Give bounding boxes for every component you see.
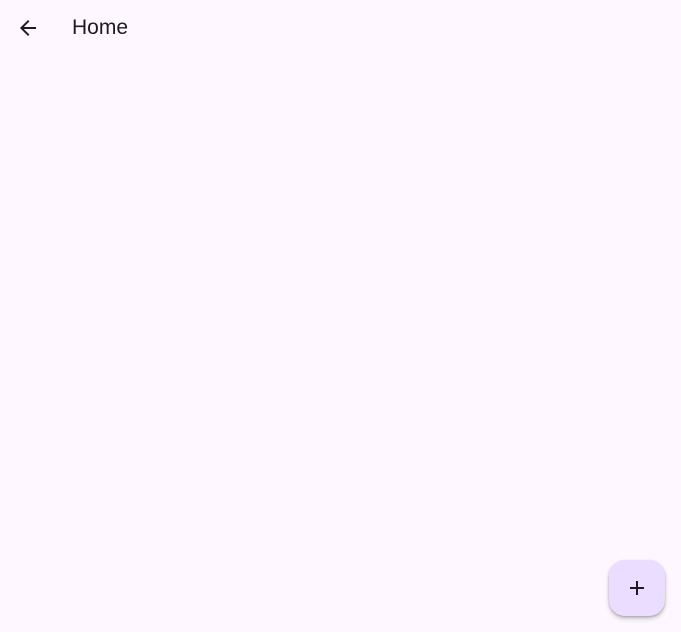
arrow-back-icon	[16, 16, 40, 40]
back-button[interactable]	[4, 4, 52, 52]
main-content	[0, 56, 681, 632]
page-title: Home	[72, 16, 129, 39]
add-icon	[625, 576, 649, 600]
app-bar: Home	[0, 0, 681, 56]
add-button[interactable]	[609, 560, 665, 616]
